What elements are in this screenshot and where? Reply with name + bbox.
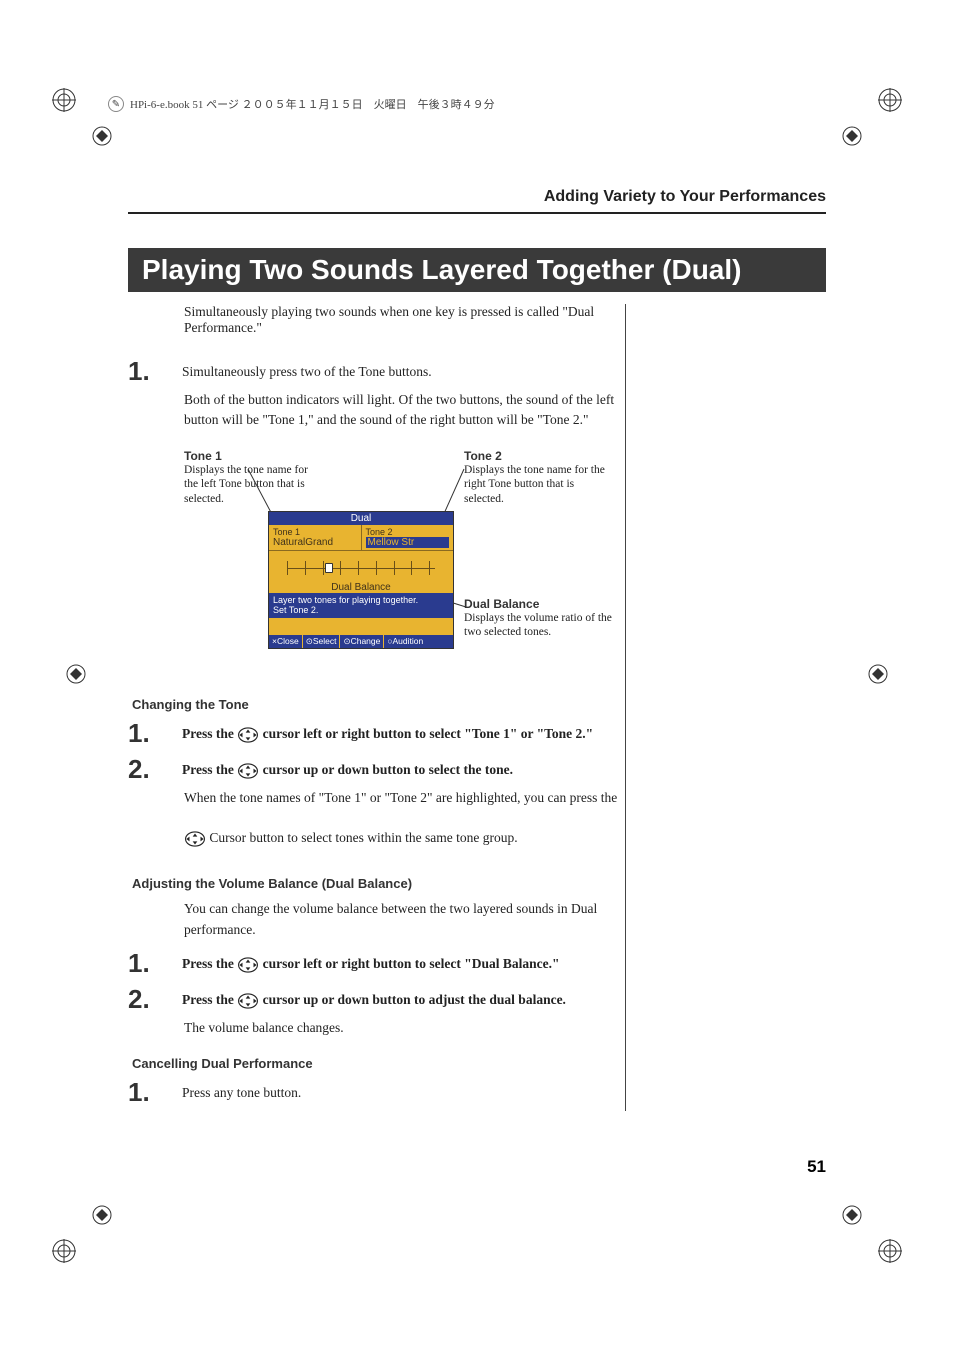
file-header: ✎ HPi-6-e.book 51 ページ ２００５年１１月１５日 火曜日 午後… xyxy=(108,96,495,112)
page-title: Playing Two Sounds Layered Together (Dua… xyxy=(128,248,826,292)
cursor-icon xyxy=(237,762,259,780)
section-rule xyxy=(128,212,826,214)
tone2-label: Tone 2 xyxy=(464,449,614,463)
step-instruction: Press the cursor left or right button to… xyxy=(182,950,625,974)
step-instruction: Press the cursor up or down button to se… xyxy=(182,756,625,780)
page-number: 51 xyxy=(807,1157,826,1177)
registration-mark-icon xyxy=(878,88,902,112)
step-number: 1. xyxy=(128,358,168,384)
section-header: Adding Variety to Your Performances xyxy=(128,188,826,206)
crop-mark-icon xyxy=(90,124,114,148)
adjusting-balance-intro: You can change the volume balance betwee… xyxy=(184,899,625,940)
step-instruction: Press the cursor up or down button to ad… xyxy=(182,986,625,1010)
lcd-header: Dual xyxy=(269,512,453,525)
step-number: 1. xyxy=(128,1079,168,1105)
cursor-icon xyxy=(237,726,259,744)
lcd-message: Layer two tones for playing together. Se… xyxy=(269,593,453,619)
crop-mark-icon xyxy=(90,1203,114,1227)
crop-mark-icon xyxy=(840,1203,864,1227)
lcd-slider-label: Dual Balance xyxy=(269,582,453,593)
lcd-select-label: ⊙Select xyxy=(303,635,341,648)
tone1-desc: Displays the tone name for the left Tone… xyxy=(184,463,314,508)
lcd-tone1-value: NaturalGrand xyxy=(273,537,357,548)
slider-thumb-icon xyxy=(325,563,333,573)
registration-mark-icon xyxy=(878,1239,902,1263)
file-header-text: HPi-6-e.book 51 ページ ２００５年１１月１５日 火曜日 午後３時… xyxy=(130,96,495,112)
intro-text: Simultaneously playing two sounds when o… xyxy=(184,304,625,336)
dual-balance-label: Dual Balance xyxy=(464,597,614,611)
lcd-audition-label: ○Audition xyxy=(384,635,426,648)
book-icon: ✎ xyxy=(108,96,124,112)
step-number: 1. xyxy=(128,950,168,976)
crop-mark-icon xyxy=(840,124,864,148)
tone2-desc: Displays the tone name for the right Ton… xyxy=(464,463,614,508)
lcd-tone1-label: Tone 1 xyxy=(273,527,357,537)
step-number: 2. xyxy=(128,756,168,782)
registration-mark-icon xyxy=(52,88,76,112)
step-instruction: Press any tone button. xyxy=(182,1079,625,1101)
step-instruction: Press the cursor left or right button to… xyxy=(182,720,625,744)
step-body: Both of the button indicators will light… xyxy=(184,390,625,431)
tone1-label: Tone 1 xyxy=(184,449,314,463)
crop-mark-icon xyxy=(64,662,88,686)
lcd-slider: Dual Balance xyxy=(269,551,453,593)
lcd-footer: ×Close ⊙Select ⊙Change ○Audition xyxy=(269,635,453,648)
step-body: The volume balance changes. xyxy=(184,1018,625,1038)
dual-balance-desc: Displays the volume ratio of the two sel… xyxy=(464,611,614,641)
crop-mark-icon xyxy=(866,662,890,686)
lcd-close-label: ×Close xyxy=(269,635,303,648)
registration-mark-icon xyxy=(52,1239,76,1263)
step-number: 1. xyxy=(128,720,168,746)
changing-tone-heading: Changing the Tone xyxy=(132,697,625,712)
cursor-icon xyxy=(184,830,206,848)
lcd-tone2-label: Tone 2 xyxy=(366,527,450,537)
adjusting-balance-heading: Adjusting the Volume Balance (Dual Balan… xyxy=(132,876,625,891)
step-body: When the tone names of "Tone 1" or "Tone… xyxy=(184,788,625,849)
lcd-change-label: ⊙Change xyxy=(340,635,384,648)
dual-diagram: Tone 1 Displays the tone name for the le… xyxy=(184,449,625,669)
step-instruction: Simultaneously press two of the Tone but… xyxy=(182,358,625,380)
step-number: 2. xyxy=(128,986,168,1012)
lcd-screen: Dual Tone 1 NaturalGrand Tone 2 Mellow S… xyxy=(268,511,454,649)
cancelling-heading: Cancelling Dual Performance xyxy=(132,1056,625,1071)
cursor-icon xyxy=(237,992,259,1010)
cursor-icon xyxy=(237,956,259,974)
lcd-tone2-value: Mellow Str xyxy=(366,537,450,548)
